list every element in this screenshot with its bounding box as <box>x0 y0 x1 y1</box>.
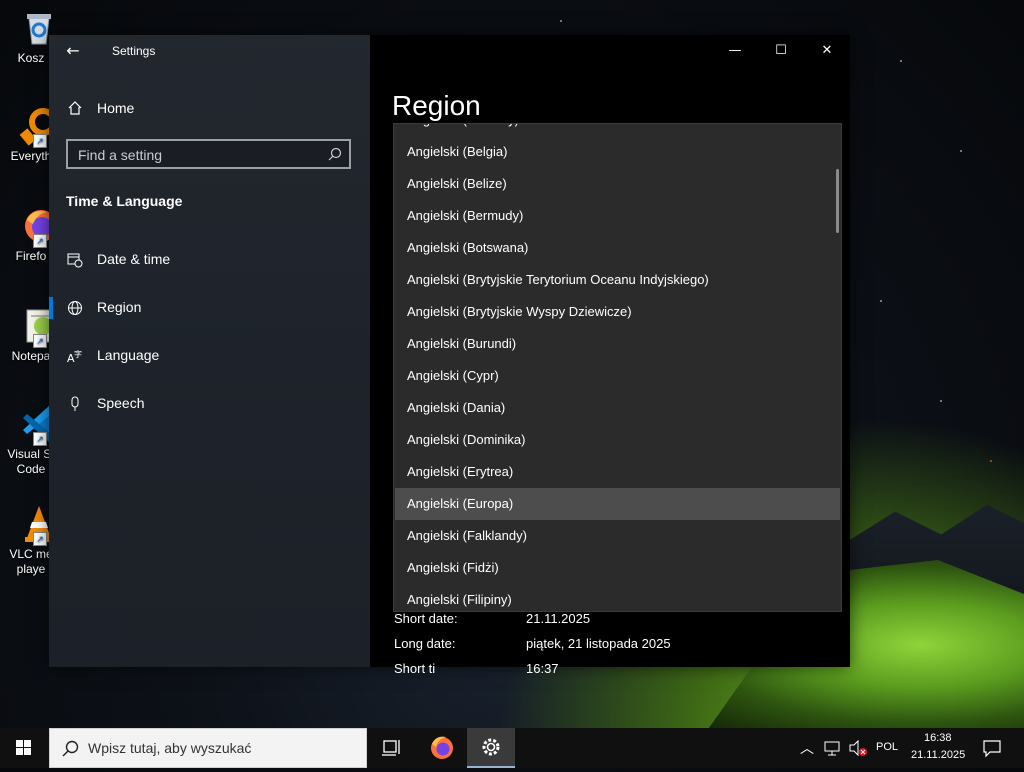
nav-item-region[interactable]: Region <box>49 288 370 328</box>
clock-time[interactable]: 16:38 <box>924 732 952 744</box>
dropdown-scrollbar[interactable] <box>836 169 839 233</box>
search-placeholder: Find a setting <box>78 147 163 163</box>
dropdown-option[interactable]: Angielski (Erytrea) <box>395 456 840 488</box>
language-icon: A字 <box>67 348 83 365</box>
nav-item-date-time[interactable]: Date & time <box>49 240 370 280</box>
search-icon <box>327 146 343 162</box>
shortcut-arrow-icon: ↗ <box>33 134 47 148</box>
format-value-short-time: 16:37 <box>526 661 559 676</box>
dropdown-option[interactable]: Angielski (Belize) <box>395 168 840 200</box>
task-view-icon <box>368 740 416 772</box>
dropdown-option[interactable]: Angielski (Brytyjskie Wyspy Dziewicze) <box>395 296 840 328</box>
taskbar-settings[interactable] <box>467 728 515 768</box>
taskbar-search-placeholder: Wpisz tutaj, aby wyszukać <box>88 740 252 756</box>
active-indicator <box>49 297 53 319</box>
dropdown-option[interactable]: Angielski (Bahamy) <box>395 124 840 136</box>
shortcut-arrow-icon: ↗ <box>33 432 47 446</box>
title-bar: ← Settings <box>49 35 370 67</box>
arrow-left-icon: ← <box>66 41 80 60</box>
taskbar-search-box[interactable]: Wpisz tutaj, aby wyszukać <box>49 728 367 768</box>
dropdown-option[interactable]: Angielski (Dominika) <box>395 424 840 456</box>
shortcut-arrow-icon: ↗ <box>33 334 47 348</box>
nav-item-speech[interactable]: Speech <box>49 384 370 424</box>
format-label-long-date: Long date: <box>394 636 456 651</box>
nav-home-label: Home <box>97 100 135 116</box>
globe-icon <box>67 300 83 316</box>
shortcut-arrow-icon: ↗ <box>33 532 47 546</box>
taskbar: Wpisz tutaj, aby wyszukać ︿ POL 16:38 21… <box>0 728 1024 768</box>
volume-muted-icon[interactable] <box>848 739 868 761</box>
gear-icon <box>467 738 515 772</box>
region-dropdown-list[interactable]: Angielski (Bahamy) Angielski (Belgia) An… <box>393 123 842 612</box>
input-language-indicator[interactable]: POL <box>876 741 898 753</box>
format-label-short-date: Short date: <box>394 611 458 626</box>
nav-item-label: Date & time <box>97 251 171 267</box>
minimize-button[interactable]: — <box>712 35 758 67</box>
nav-home[interactable]: Home <box>49 93 370 123</box>
clock-date[interactable]: 21.11.2025 <box>911 749 965 761</box>
shortcut-arrow-icon: ↗ <box>33 234 47 248</box>
maximize-icon: ☐ <box>775 43 787 58</box>
format-label-short-time: Short ti <box>394 661 436 676</box>
dropdown-option[interactable]: Angielski (Filipiny) <box>395 584 840 611</box>
dropdown-option[interactable]: Angielski (Belgia) <box>395 136 840 168</box>
dropdown-option[interactable]: Angielski (Cypr) <box>395 360 840 392</box>
home-icon <box>67 100 83 116</box>
page-title: Region <box>392 90 481 121</box>
format-value-short-date: 21.11.2025 <box>526 611 591 626</box>
calendar-clock-icon <box>67 252 83 268</box>
microphone-icon <box>67 396 83 412</box>
nav-item-label: Language <box>97 347 160 363</box>
notifications-icon[interactable] <box>982 738 1002 762</box>
dropdown-option[interactable]: Angielski (Botswana) <box>395 232 840 264</box>
minimize-icon: — <box>728 43 742 58</box>
format-value-long-date: piątek, 21 listopada 2025 <box>526 636 671 651</box>
dropdown-option[interactable]: Angielski (Burundi) <box>395 328 840 360</box>
close-button[interactable]: ✕ <box>804 35 850 67</box>
nav-item-label: Speech <box>97 395 145 411</box>
back-button[interactable]: ← <box>61 41 85 61</box>
close-icon: ✕ <box>821 43 833 58</box>
windows-logo-icon <box>0 740 48 772</box>
dropdown-option[interactable]: Angielski (Dania) <box>395 392 840 424</box>
dropdown-option-selected[interactable]: Angielski (Europa) <box>395 488 840 520</box>
dropdown-option[interactable]: Angielski (Fidżi) <box>395 552 840 584</box>
search-icon <box>62 740 80 762</box>
dropdown-option[interactable]: Angielski (Falklandy) <box>395 520 840 552</box>
firefox-icon <box>418 736 466 772</box>
dropdown-option[interactable]: Angielski (Brytyjskie Terytorium Oceanu … <box>395 264 840 296</box>
settings-nav-pane: ← Settings Home Find a setting Time & La… <box>49 35 370 667</box>
dropdown-option[interactable]: Angielski (Bermudy) <box>395 200 840 232</box>
section-title: Time & Language <box>66 193 183 209</box>
chevron-up-icon[interactable]: ︿ <box>800 738 814 758</box>
settings-search-input[interactable]: Find a setting <box>66 139 351 169</box>
app-title: Settings <box>112 44 156 58</box>
svg-text:字: 字 <box>74 349 82 359</box>
network-icon[interactable] <box>824 739 842 761</box>
maximize-button[interactable]: ☐ <box>758 35 804 67</box>
start-button[interactable] <box>0 728 48 768</box>
nav-item-language[interactable]: A字 Language <box>49 336 370 376</box>
task-view-button[interactable] <box>368 728 416 768</box>
nav-item-label: Region <box>97 299 142 315</box>
taskbar-firefox[interactable] <box>418 728 466 768</box>
